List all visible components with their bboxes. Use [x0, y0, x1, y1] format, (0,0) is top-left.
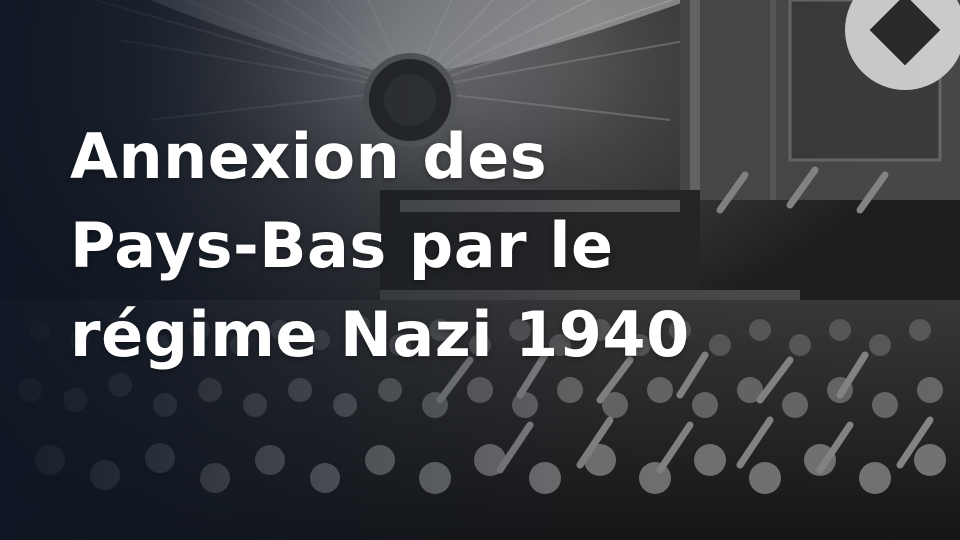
hero-banner: Annexion des Pays-Bas par le régime Nazi… — [0, 0, 960, 540]
page-title: Annexion des Pays-Bas par le régime Nazi… — [70, 112, 870, 379]
title-line-1: Annexion des — [70, 120, 548, 193]
title-line-3: régime Nazi 1940 — [70, 298, 690, 371]
title-line-2: Pays-Bas par le — [70, 209, 614, 282]
